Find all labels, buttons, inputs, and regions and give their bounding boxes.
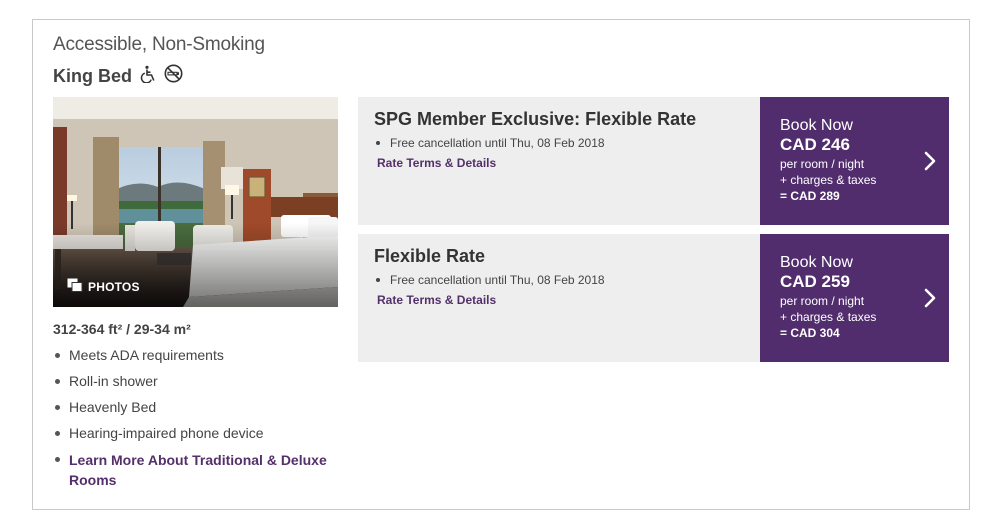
rate-row-spg: SPG Member Exclusive: Flexible Rate Free… [358, 97, 949, 225]
book-now-button[interactable]: Book Now CAD 246 per room / night + char… [760, 97, 949, 225]
book-now-label: Book Now [780, 254, 853, 271]
no-smoking-icon [164, 64, 183, 88]
photos-label: PHOTOS [88, 279, 140, 294]
book-now-button[interactable]: Book Now CAD 259 per room / night + char… [760, 234, 949, 362]
book-total: = CAD 304 [780, 326, 840, 340]
room-card: Accessible, Non-Smoking King Bed PHOTOS … [32, 19, 970, 510]
room-size: 312-364 ft² / 29-34 m² [53, 321, 191, 337]
rate-cancellation: Free cancellation until Thu, 08 Feb 2018 [376, 273, 605, 287]
book-now-label: Book Now [780, 117, 853, 134]
room-photo[interactable]: PHOTOS [53, 97, 338, 307]
rate-name: Flexible Rate [374, 246, 486, 266]
gallery-icon [67, 278, 83, 295]
bed-type: King Bed [53, 65, 132, 86]
rate-terms-link[interactable]: Rate Terms & Details [377, 293, 496, 307]
bed-row: King Bed [53, 64, 183, 88]
rate-info: SPG Member Exclusive: Flexible Rate Free… [358, 97, 760, 225]
photos-button[interactable]: PHOTOS [67, 278, 140, 295]
wheelchair-icon [139, 65, 157, 88]
room-photo-image [53, 97, 338, 307]
room-category: Accessible, Non-Smoking [53, 34, 265, 55]
learn-more-link[interactable]: Learn More About Traditional & Deluxe Ro… [69, 450, 353, 490]
amenities-list: Meets ADA requirements Roll-in shower He… [53, 346, 353, 490]
book-price: CAD 246 [780, 135, 850, 154]
chevron-right-icon [923, 287, 937, 314]
rate-terms-link[interactable]: Rate Terms & Details [377, 156, 496, 170]
book-per-night: per room / night [780, 294, 865, 308]
rate-name: SPG Member Exclusive: Flexible Rate [374, 109, 697, 129]
learn-more-item: Learn More About Traditional & Deluxe Ro… [53, 450, 353, 490]
book-charges: + charges & taxes [780, 310, 877, 324]
rate-row-flexible: Flexible Rate Free cancellation until Th… [358, 234, 949, 362]
book-price: CAD 259 [780, 272, 850, 291]
amenity-item: Hearing-impaired phone device [53, 424, 353, 450]
amenity-item: Roll-in shower [53, 372, 353, 398]
book-per-night: per room / night [780, 157, 865, 171]
rate-cancellation: Free cancellation until Thu, 08 Feb 2018 [376, 136, 605, 150]
amenity-item: Meets ADA requirements [53, 346, 353, 372]
book-charges: + charges & taxes [780, 173, 877, 187]
book-total: = CAD 289 [780, 189, 840, 203]
chevron-right-icon [923, 150, 937, 177]
amenity-item: Heavenly Bed [53, 398, 353, 424]
rate-info: Flexible Rate Free cancellation until Th… [358, 234, 760, 362]
